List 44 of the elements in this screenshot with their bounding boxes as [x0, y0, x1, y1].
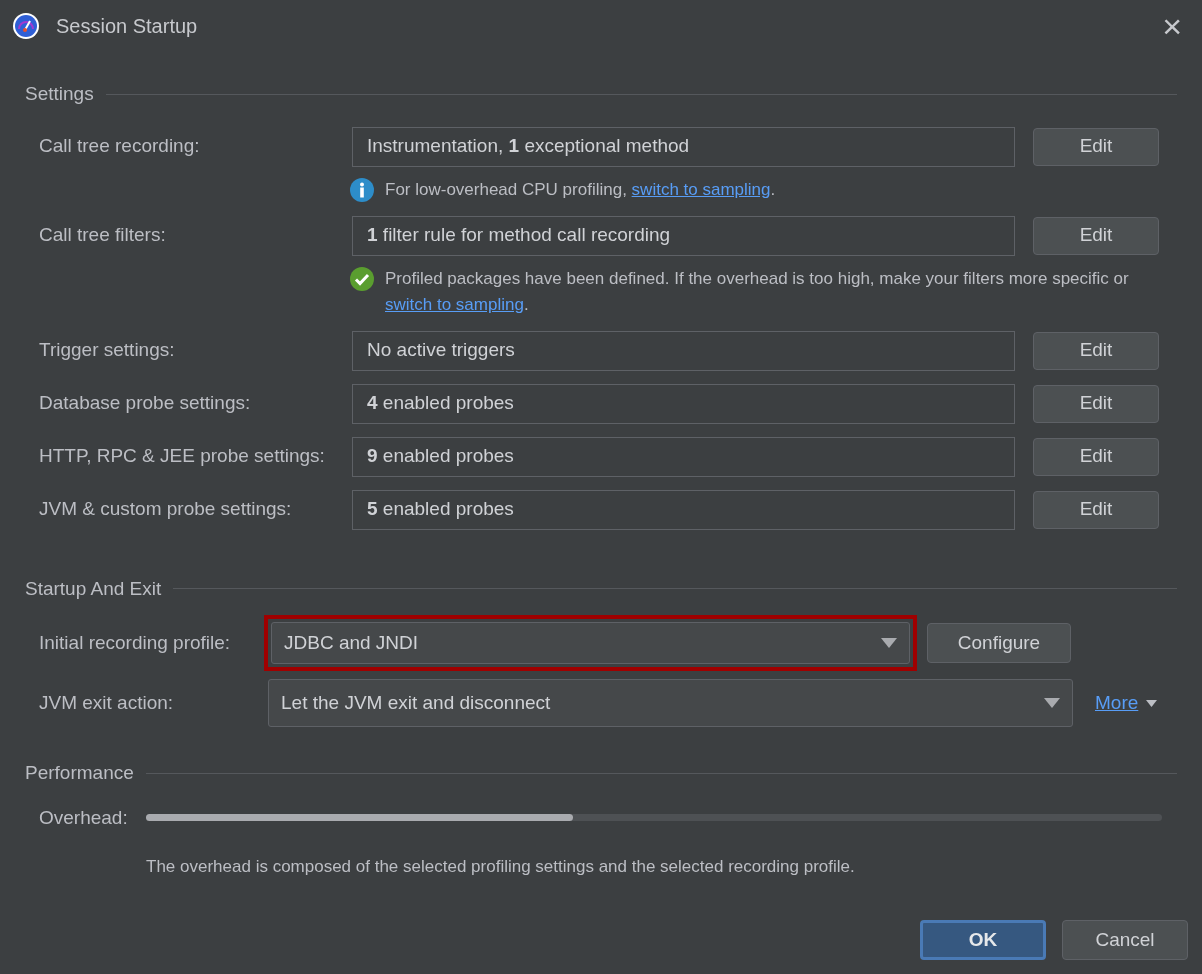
- setting-label: Call tree recording:: [39, 134, 201, 159]
- overhead-description: The overhead is composed of the selected profiling settings and the selected recording profile.: [145, 856, 856, 878]
- dropdown-value: JDBC and JNDI: [284, 630, 420, 655]
- caret-icon: [881, 638, 897, 648]
- window-title: Session Startup: [56, 14, 198, 39]
- dropdown[interactable]: JDBC and JNDI: [264, 615, 917, 671]
- gauge-icon: [12, 12, 40, 40]
- edit-button[interactable]: Edit: [1033, 490, 1159, 529]
- note-text: Profiled packages have been defined. If the overhead is too high, make your filters more specific or switch to sampling.: [385, 267, 1129, 316]
- setting-value-field: No active triggers: [352, 330, 1015, 371]
- edit-button[interactable]: Edit: [1033, 127, 1159, 166]
- setting-label: Trigger settings:: [39, 338, 176, 363]
- section-heading: Settings: [25, 82, 94, 106]
- dropdown-value: Let the JVM exit and disconnect: [281, 690, 552, 715]
- note-text: For low-overhead CPU profiling, switch to sampling.: [385, 178, 776, 201]
- setting-label: JVM & custom probe settings:: [39, 497, 293, 522]
- setting-label: Call tree filters:: [39, 223, 167, 248]
- section-heading: Performance: [25, 761, 134, 785]
- setting-value-field: Instrumentation, 1 exceptional method: [352, 126, 1015, 167]
- setting-value-field: 4 enabled probes: [352, 383, 1015, 424]
- switch-link[interactable]: switch to sampling: [385, 294, 524, 314]
- section-heading: Startup And Exit: [25, 576, 162, 601]
- setting-label: Initial recording profile:: [39, 630, 232, 655]
- setting-label: JVM exit action:: [39, 690, 175, 715]
- info-icon: [349, 176, 375, 203]
- caret-icon: [1146, 699, 1158, 707]
- setting-value-field: 5 enabled probes: [352, 489, 1015, 530]
- setting-value-field: 1 filter rule for method call recording: [352, 215, 1015, 256]
- edit-button[interactable]: Edit: [1033, 437, 1159, 476]
- caret-icon: [1044, 698, 1060, 708]
- setting-label: Database probe settings:: [39, 391, 252, 416]
- close-button[interactable]: ×: [1154, 9, 1190, 43]
- edit-button[interactable]: Edit: [1033, 384, 1159, 423]
- cancel-button[interactable]: Cancel: [1062, 920, 1188, 960]
- setting-value-field: 9 enabled probes: [352, 436, 1015, 477]
- check-icon: [349, 265, 375, 292]
- switch-link[interactable]: switch to sampling: [631, 179, 771, 199]
- setting-label: HTTP, RPC & JEE probe settings:: [39, 444, 326, 469]
- edit-button[interactable]: Edit: [1033, 331, 1159, 370]
- overhead-label: Overhead:: [39, 805, 129, 830]
- edit-button[interactable]: Edit: [1033, 216, 1159, 255]
- more-link[interactable]: More: [1095, 688, 1139, 718]
- configure-button[interactable]: Configure: [927, 623, 1071, 663]
- ok-button[interactable]: OK: [920, 920, 1046, 960]
